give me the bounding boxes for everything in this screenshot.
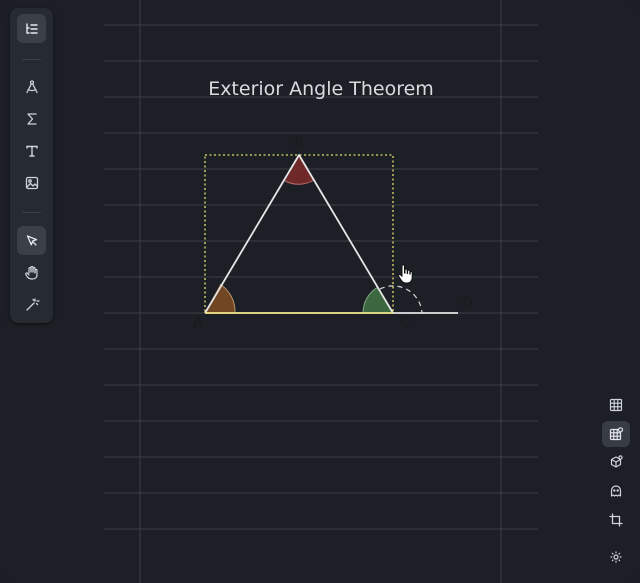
label-b: B xyxy=(294,136,304,152)
app-window: Exterior Angle Theorem A B C D xyxy=(0,0,640,583)
label-d: D xyxy=(462,296,473,312)
image-button[interactable] xyxy=(17,168,46,197)
select-button[interactable] xyxy=(17,226,46,255)
magic-wand-icon xyxy=(25,297,40,311)
ruled-lines xyxy=(104,24,538,530)
geometry-icon xyxy=(25,79,38,93)
grid-settings-button[interactable] xyxy=(602,421,630,447)
sigma-icon xyxy=(26,112,37,125)
magic-wand-button[interactable] xyxy=(17,290,46,319)
settings-button[interactable] xyxy=(602,544,630,570)
outline-button[interactable] xyxy=(17,14,46,43)
grid-icon xyxy=(609,398,623,412)
grid-button[interactable] xyxy=(602,392,630,418)
geometry-button[interactable] xyxy=(17,72,46,101)
label-a: A xyxy=(193,315,203,331)
label-c: C xyxy=(400,315,410,331)
crop-icon xyxy=(609,513,623,527)
left-toolbar xyxy=(10,8,53,323)
drawing-canvas[interactable]: Exterior Angle Theorem A B C D xyxy=(0,0,640,583)
image-icon xyxy=(25,176,38,189)
grid-settings-icon xyxy=(609,427,623,441)
text-icon xyxy=(25,145,38,157)
canvas-title[interactable]: Exterior Angle Theorem xyxy=(208,78,434,100)
cube-icon xyxy=(610,455,623,468)
ghost-button[interactable] xyxy=(602,478,630,504)
hand-icon xyxy=(24,265,38,280)
toolbar-separator xyxy=(22,59,41,60)
formula-button[interactable] xyxy=(17,104,46,133)
hand-cursor-icon xyxy=(397,264,413,284)
crop-button[interactable] xyxy=(602,507,630,533)
ghost-icon xyxy=(610,485,622,497)
text-button[interactable] xyxy=(17,136,46,165)
right-toolbar xyxy=(602,390,632,575)
pan-button[interactable] xyxy=(17,258,46,287)
toolbar-separator xyxy=(22,212,41,213)
3d-button[interactable] xyxy=(602,449,630,475)
select-pointer-icon xyxy=(26,234,37,246)
angle-c-fill xyxy=(363,287,393,313)
outline-icon xyxy=(25,22,38,34)
settings-icon xyxy=(610,551,622,563)
